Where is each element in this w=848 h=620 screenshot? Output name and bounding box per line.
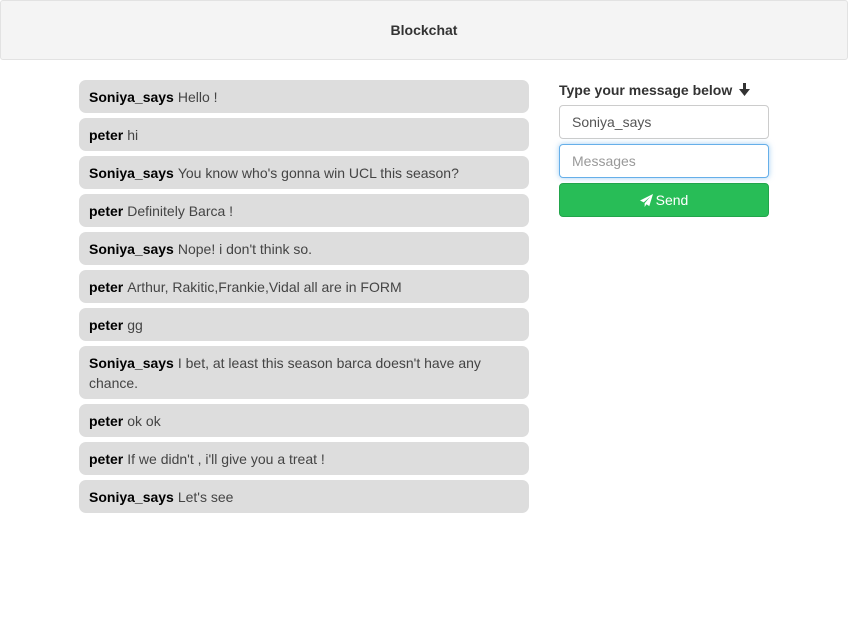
- name-field[interactable]: [559, 105, 769, 139]
- message-sender: Soniya_says: [89, 89, 174, 105]
- message-text: hi: [127, 127, 139, 143]
- send-button[interactable]: Send: [559, 183, 769, 217]
- message-item: peter Arthur, Rakitic,Frankie,Vidal all a…: [79, 270, 529, 303]
- message-sender: peter: [89, 317, 124, 333]
- message-text: Arthur, Rakitic,Frankie,Vidal all are in…: [127, 279, 402, 295]
- message-item: peter gg: [79, 308, 529, 341]
- message-item: Soniya_says You know who's gonna win UCL …: [79, 156, 529, 189]
- message-text: gg: [127, 317, 143, 333]
- message-sender: Soniya_says: [89, 241, 174, 257]
- message-text: If we didn't , i'll give you a treat !: [127, 451, 325, 467]
- message-item: peter hi: [79, 118, 529, 151]
- message-sender: peter: [89, 413, 124, 429]
- message-sender: Soniya_says: [89, 165, 174, 181]
- paper-plane-icon: [639, 193, 653, 207]
- message-item: peter ok ok: [79, 404, 529, 437]
- arrow-down-icon: [739, 83, 751, 96]
- app-title[interactable]: Blockchat: [391, 22, 458, 38]
- navbar: Blockchat: [0, 0, 848, 60]
- message-sender: Soniya_says: [89, 355, 174, 371]
- message-text: Let's see: [177, 489, 234, 505]
- message-text: Nope! i don't think so.: [177, 241, 313, 257]
- message-text: Hello !: [177, 89, 218, 105]
- message-item: peter Definitely Barca !: [79, 194, 529, 227]
- message-sender: peter: [89, 127, 124, 143]
- message-text: ok ok: [127, 413, 161, 429]
- compose-prompt-label: Type your message below: [559, 82, 733, 98]
- message-item: Soniya_says Nope! i don't think so.: [79, 232, 529, 265]
- compose-prompt: Type your message below: [559, 80, 769, 100]
- message-sender: peter: [89, 279, 124, 295]
- message-sender: peter: [89, 203, 124, 219]
- message-item: Soniya_says Hello !: [79, 80, 529, 113]
- message-input[interactable]: [559, 144, 769, 178]
- compose-panel: Type your message below Send: [559, 80, 769, 217]
- message-sender: peter: [89, 451, 124, 467]
- send-button-label: Send: [655, 192, 689, 208]
- message-sender: Soniya_says: [89, 489, 174, 505]
- message-item: Soniya_says I bet, at least this season b…: [79, 346, 529, 399]
- message-text: You know who's gonna win UCL this season…: [177, 165, 459, 181]
- message-text: Definitely Barca !: [127, 203, 234, 219]
- message-list: Soniya_says Hello ! peter hi Soniya_says Yo…: [79, 80, 529, 518]
- message-item: Soniya_says Let's see: [79, 480, 529, 513]
- message-item: peter If we didn't , i'll give you a trea…: [79, 442, 529, 475]
